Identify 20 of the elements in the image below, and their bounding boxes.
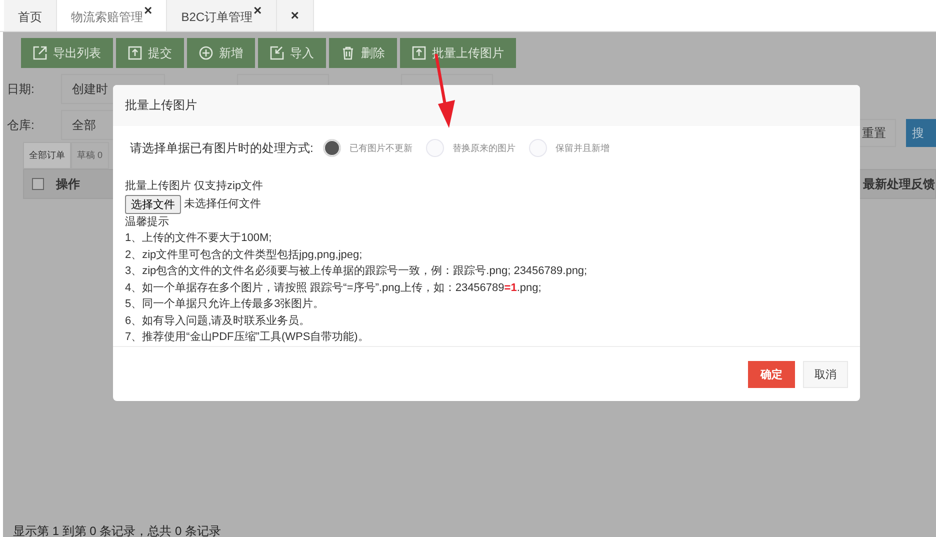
radio-prompt: 请选择单据已有图片时的处理方式: <box>130 140 314 156</box>
column-header: 最新处理反馈 <box>863 176 935 192</box>
pagination-info: 显示第 1 到第 0 条记录，总共 0 条记录 <box>13 523 222 537</box>
upload-label: 批量上传图片 仅支持zip文件 <box>125 178 264 194</box>
dialog-title: 批量上传图片 <box>125 97 197 114</box>
tip-text: 4、如一个单据存在多个图片，请按照 跟踪号“=序号”.png上传，如：23456789=1.png; <box>125 280 542 296</box>
file-status: 未选择任何文件 <box>184 196 261 212</box>
tip-text: 7、推荐使用“金山PDF压缩”工具(WPS自带功能)。 <box>125 330 370 345</box>
column-header: 操作 <box>56 176 80 192</box>
tip-text: 1、上传的文件不要大于100M; <box>125 230 273 246</box>
tip-text: 6、如有导入问题,请及时联系业务员。 <box>125 314 312 328</box>
radio-label: 已有图片不更新 <box>349 142 412 154</box>
radio-label: 替换原来的图片 <box>452 142 516 154</box>
tip-text: 5、同一个单据只允许上传最多3张图片。 <box>125 297 326 312</box>
tips-title: 温馨提示 <box>125 214 170 230</box>
date-label: 日期: <box>7 80 36 98</box>
radio-label: 保留并且新增 <box>555 142 610 154</box>
warehouse-label: 仓库: <box>7 116 36 134</box>
tip-text: 3、zip包含的文件的文件名必须要与被上传单据的跟踪号一致，例：跟踪号.png; 23456789.png; <box>125 264 588 279</box>
tip-text: 2、zip文件里可包含的文件类型包括jpg,png,jpeg; <box>125 248 364 262</box>
